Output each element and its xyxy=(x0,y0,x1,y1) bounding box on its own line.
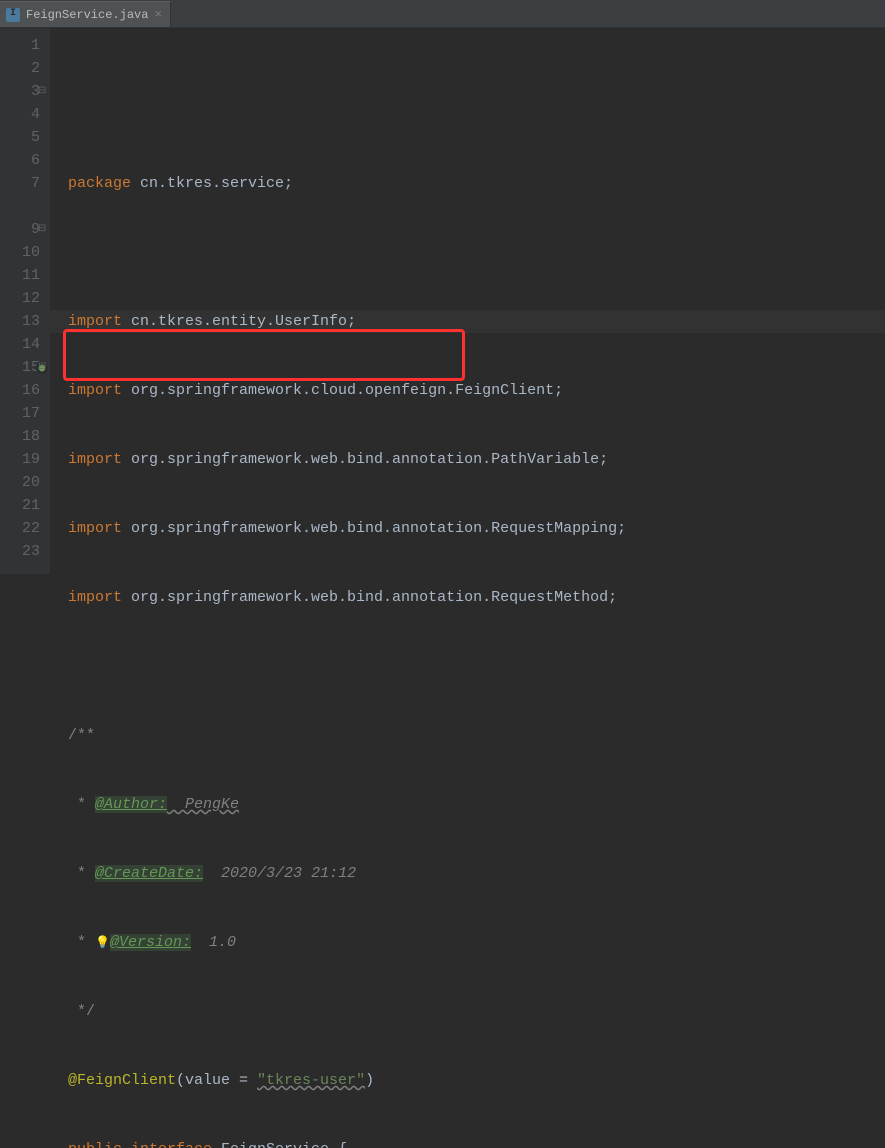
line-number: 15 xyxy=(0,356,40,379)
line-number-gutter: 1 2 3 4 5 6 7 9 10 11 12 13 14 15 16 17 … xyxy=(0,28,50,574)
line-number: 18 xyxy=(0,425,40,448)
code-line: package cn.tkres.service; xyxy=(68,172,885,195)
code-line: * 💡@Version: 1.0 xyxy=(68,931,885,954)
line-number: 19 xyxy=(0,448,40,471)
code-line xyxy=(68,655,885,678)
tab-bar: FeignService.java × xyxy=(0,0,885,28)
line-number: 12 xyxy=(0,287,40,310)
line-number: 13 xyxy=(0,310,40,333)
fold-toggle-icon[interactable]: ⊟ xyxy=(38,356,46,379)
code-area[interactable]: ⊟ ⊟ ⊟ package cn.tkres.service; import c… xyxy=(50,28,885,574)
line-number: 16 xyxy=(0,379,40,402)
line-number: 22 xyxy=(0,517,40,540)
code-line: import org.springframework.cloud.openfei… xyxy=(68,379,885,402)
line-number: 4 xyxy=(0,103,40,126)
line-number: 10 xyxy=(0,241,40,264)
code-line xyxy=(68,241,885,264)
tab-filename: FeignService.java xyxy=(26,8,148,22)
line-number: 6 xyxy=(0,149,40,172)
file-tab[interactable]: FeignService.java × xyxy=(0,1,171,27)
intention-bulb-icon[interactable]: 💡 xyxy=(95,936,110,950)
code-line: public interface FeignService { xyxy=(68,1138,885,1148)
line-number: 3 xyxy=(0,80,40,103)
line-number: 5 xyxy=(0,126,40,149)
line-number: 17 xyxy=(0,402,40,425)
code-line: @FeignClient(value = "tkres-user") xyxy=(68,1069,885,1092)
line-number: 21 xyxy=(0,494,40,517)
fold-toggle-icon[interactable]: ⊟ xyxy=(38,80,46,103)
code-editor[interactable]: 1 2 3 4 5 6 7 9 10 11 12 13 14 15 16 17 … xyxy=(0,28,885,574)
code-line: */ xyxy=(68,1000,885,1023)
line-number: 2 xyxy=(0,57,40,80)
fold-toggle-icon[interactable]: ⊟ xyxy=(38,218,46,241)
code-line: * @Author: PengKe xyxy=(68,793,885,816)
close-icon[interactable]: × xyxy=(154,7,162,22)
java-interface-icon xyxy=(6,8,20,22)
code-line: import cn.tkres.entity.UserInfo; xyxy=(68,310,885,333)
code-line: /** xyxy=(68,724,885,747)
line-number: 1 xyxy=(0,34,40,57)
line-number: 20 xyxy=(0,471,40,494)
code-line: import org.springframework.web.bind.anno… xyxy=(68,586,885,609)
line-number: 14 xyxy=(0,333,40,356)
line-number: 11 xyxy=(0,264,40,287)
line-number xyxy=(0,195,40,218)
line-number: 23 xyxy=(0,540,40,563)
code-line: import org.springframework.web.bind.anno… xyxy=(68,517,885,540)
code-line: * @CreateDate: 2020/3/23 21:12 xyxy=(68,862,885,885)
code-line: import org.springframework.web.bind.anno… xyxy=(68,448,885,471)
line-number: 7 xyxy=(0,172,40,195)
line-number: 9 xyxy=(0,218,40,241)
